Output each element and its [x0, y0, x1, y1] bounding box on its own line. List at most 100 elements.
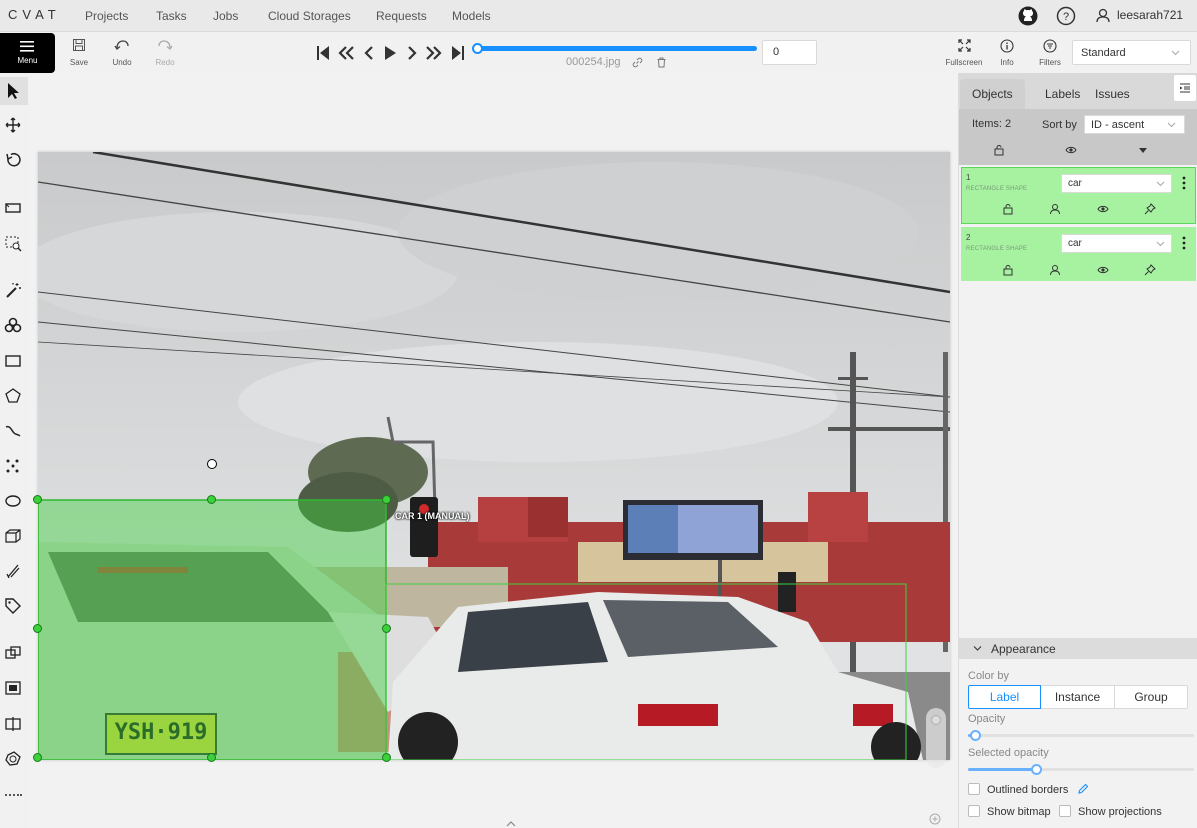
frame-slider-handle[interactable]	[472, 43, 483, 54]
fast-forward-icon[interactable]	[425, 44, 442, 62]
show-bitmap-checkbox[interactable]	[968, 805, 980, 817]
cuboid-tool-icon[interactable]	[4, 527, 22, 545]
caret-down-icon[interactable]	[1137, 144, 1149, 156]
eye-icon[interactable]	[1097, 203, 1109, 215]
nav-requests[interactable]: Requests	[376, 9, 427, 23]
fast-backward-icon[interactable]	[337, 44, 354, 62]
filters-button[interactable]: Filters	[1032, 37, 1068, 71]
object-label-select[interactable]: car	[1061, 234, 1172, 253]
nav-cloud-storages[interactable]: Cloud Storages	[268, 9, 351, 23]
outlined-borders-checkbox[interactable]	[968, 783, 980, 795]
edit-color-icon[interactable]	[1077, 783, 1089, 795]
eye-icon[interactable]	[1097, 264, 1109, 276]
previous-frame-icon[interactable]	[362, 44, 378, 62]
resize-handle[interactable]	[33, 495, 42, 504]
color-by-group-option[interactable]: Group	[1114, 685, 1188, 709]
info-icon	[1000, 39, 1014, 53]
nav-jobs[interactable]: Jobs	[213, 9, 238, 23]
tag-icon[interactable]	[4, 597, 22, 615]
github-icon[interactable]	[1017, 5, 1039, 27]
bbox-car-1-fill[interactable]	[38, 500, 386, 760]
resize-handle[interactable]	[382, 495, 391, 504]
ai-tools-icon[interactable]	[4, 316, 22, 334]
user-icon[interactable]	[1094, 5, 1116, 27]
rectangle-tool-icon[interactable]	[4, 352, 22, 370]
rotate-icon[interactable]	[4, 151, 22, 169]
nav-projects[interactable]: Projects	[85, 9, 128, 23]
last-frame-icon[interactable]	[450, 44, 466, 62]
copy-link-icon[interactable]	[632, 57, 643, 68]
polyline-tool-icon[interactable]	[4, 422, 22, 440]
nav-tasks[interactable]: Tasks	[156, 9, 187, 23]
opacity-handle[interactable]	[970, 730, 981, 741]
resize-handle[interactable]	[382, 753, 391, 762]
more-tools-icon[interactable]	[4, 786, 22, 804]
show-projections-checkbox[interactable]	[1059, 805, 1071, 817]
menu-button[interactable]: Menu	[0, 33, 55, 73]
delete-frame-icon[interactable]	[656, 57, 667, 68]
frame-image[interactable]: YSH·919	[38, 152, 950, 760]
selected-opacity-handle[interactable]	[1031, 764, 1042, 775]
group-shapes-icon[interactable]	[4, 679, 22, 697]
resize-handle[interactable]	[207, 753, 216, 762]
resize-handle[interactable]	[33, 753, 42, 762]
zoom-region-icon[interactable]	[4, 234, 22, 252]
pin-icon[interactable]	[1144, 264, 1156, 276]
magic-wand-icon[interactable]	[4, 281, 22, 299]
merge-shapes-icon[interactable]	[4, 644, 22, 662]
username[interactable]: leesarah721	[1117, 8, 1183, 22]
eye-icon[interactable]	[1065, 144, 1077, 156]
resize-handle[interactable]	[382, 624, 391, 633]
frame-slider-track[interactable]	[477, 46, 757, 51]
object-item-2[interactable]: 2 RECTANGLE SHAPE car	[961, 227, 1196, 281]
cvat-logo[interactable]: CVAT	[8, 7, 61, 22]
resize-handle[interactable]	[33, 624, 42, 633]
ellipse-tool-icon[interactable]	[4, 492, 22, 510]
zoom-in-icon[interactable]	[929, 813, 941, 825]
opacity-slider[interactable]	[968, 730, 1194, 741]
mask-brush-icon[interactable]	[4, 562, 22, 580]
next-frame-icon[interactable]	[405, 44, 421, 62]
user-icon[interactable]	[1049, 264, 1061, 276]
lock-icon[interactable]	[1002, 264, 1014, 276]
selected-opacity-slider[interactable]	[968, 764, 1194, 775]
pin-icon[interactable]	[1144, 203, 1156, 215]
move-icon[interactable]	[4, 116, 22, 134]
resize-handle[interactable]	[207, 495, 216, 504]
lock-all-icon[interactable]	[993, 144, 1005, 156]
tab-objects[interactable]: Objects	[960, 79, 1025, 109]
points-tool-icon[interactable]	[4, 457, 22, 475]
more-vertical-icon[interactable]	[1180, 235, 1188, 251]
info-button[interactable]: Info	[989, 37, 1025, 71]
redo-button[interactable]: Redo	[147, 37, 183, 71]
polygon-tool-icon[interactable]	[4, 387, 22, 405]
join-masks-icon[interactable]	[4, 750, 22, 768]
color-by-label-option[interactable]: Label	[968, 685, 1041, 709]
rotation-handle[interactable]	[207, 459, 217, 469]
tab-issues[interactable]: Issues	[1083, 79, 1142, 109]
more-vertical-icon[interactable]	[1180, 175, 1188, 191]
play-icon[interactable]	[383, 44, 399, 62]
split-track-icon[interactable]	[4, 715, 22, 733]
lock-icon[interactable]	[1002, 203, 1014, 215]
help-icon[interactable]: ?	[1055, 5, 1077, 27]
user-icon[interactable]	[1049, 203, 1061, 215]
chevron-down-icon[interactable]	[973, 644, 982, 653]
fit-image-icon[interactable]	[4, 199, 22, 217]
appearance-header[interactable]: Appearance	[959, 638, 1197, 659]
save-button[interactable]: Save	[61, 37, 97, 71]
first-frame-icon[interactable]	[315, 44, 331, 62]
undo-button[interactable]: Undo	[104, 37, 140, 71]
nav-models[interactable]: Models	[452, 9, 491, 23]
zoom-slider[interactable]	[926, 708, 946, 768]
sort-select[interactable]: ID - ascent	[1084, 115, 1185, 134]
fullscreen-button[interactable]: Fullscreen	[946, 37, 982, 71]
color-by-instance-option[interactable]: Instance	[1040, 685, 1115, 709]
chevron-up-icon[interactable]	[505, 818, 517, 828]
object-label-select[interactable]: car	[1061, 174, 1172, 193]
object-item-1[interactable]: 1 RECTANGLE SHAPE car	[961, 167, 1196, 224]
cursor-icon[interactable]	[4, 82, 22, 100]
collapse-sidebar-button[interactable]	[1174, 75, 1196, 101]
workspace-select[interactable]: Standard	[1072, 40, 1191, 65]
frame-number-input[interactable]: 0	[762, 40, 817, 65]
